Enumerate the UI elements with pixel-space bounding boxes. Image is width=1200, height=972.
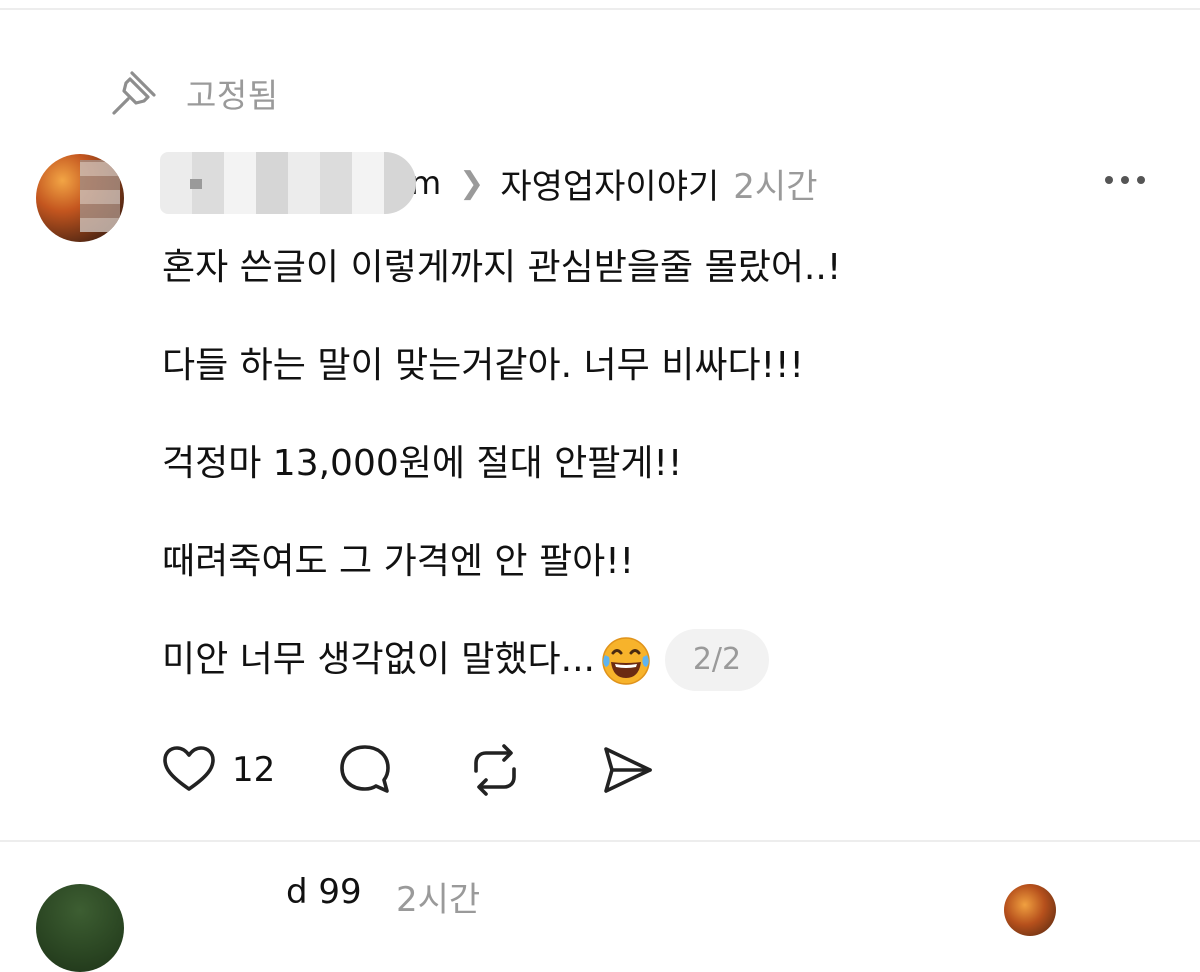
avatar[interactable] [36,154,124,242]
next-post-username[interactable]: d 99 [286,872,362,912]
post-line-2: 다들 하는 말이 맞는거같아. 너무 비싸다!!! [162,345,804,386]
reply-button[interactable] [336,741,394,799]
like-button[interactable]: 12 [160,741,302,799]
repost-icon [474,744,516,796]
pinned-label: 고정됨 [186,76,279,115]
post-line-5-row: 미안 너무 생각없이 말했다... 2/2 [162,629,1122,691]
top-divider [0,8,1200,10]
post-line-5: 미안 너무 생각없이 말했다... [162,639,595,680]
post-line-1: 혼자 쓴글이 이렇게까지 관심받을줄 몰랐어..! [162,247,842,288]
post-time: 2시간 [733,166,818,207]
send-icon [604,747,652,793]
post-line-3: 걱정마 13,000원에 절대 안팔게!! [162,443,683,484]
more-options-icon[interactable] [1100,164,1150,196]
tears-of-joy-emoji-icon [602,637,650,685]
like-count: 12 [232,750,276,790]
post-actions: 12 [160,738,656,802]
page-indicator-badge[interactable]: 2/2 [664,629,769,691]
share-button[interactable] [598,741,656,799]
username-redacted[interactable] [160,152,416,214]
next-post-avatar[interactable] [36,884,124,972]
repost-button[interactable] [466,741,524,799]
post-header: m ❯ 자영업자이야기 2시간 [160,152,817,214]
chevron-right-icon: ❯ [459,165,485,201]
redaction-mark [190,179,202,189]
post-divider [0,840,1200,842]
post-body: 혼자 쓴글이 이렇게까지 관심받을줄 몰랐어..! 다들 하는 말이 맞는거같아… [162,244,1122,734]
pin-icon [112,71,156,115]
next-post-thumbnail[interactable] [1004,884,1056,936]
post-line-4: 때려죽여도 그 가격엔 안 팔아!! [162,541,635,582]
heart-icon [163,746,215,791]
topic-link[interactable]: 자영업자이야기 [500,159,719,208]
next-post-time: 2시간 [396,880,481,920]
avatar-blur [80,160,120,232]
comment-icon [340,745,390,793]
pinned-indicator: 고정됨 [108,66,279,120]
